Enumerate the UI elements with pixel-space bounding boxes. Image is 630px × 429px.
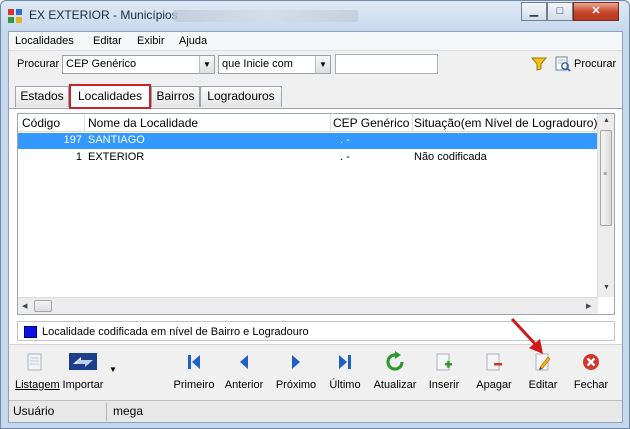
listagem-button[interactable]: Listagem xyxy=(15,351,60,397)
column-divider[interactable] xyxy=(330,114,331,132)
column-header-codigo[interactable]: Código xyxy=(22,116,82,130)
tab-estados[interactable]: Estados xyxy=(15,86,69,107)
search-field-select[interactable]: CEP Genérico ▼ xyxy=(62,55,215,74)
maximize-button[interactable]: □ xyxy=(547,2,573,21)
column-header-nome[interactable]: Nome da Localidade xyxy=(88,116,328,130)
grip-icon: ≡ xyxy=(603,171,608,178)
find-icon xyxy=(555,56,571,72)
tab-logradouros[interactable]: Logradouros xyxy=(200,86,282,107)
menu-ajuda[interactable]: Ajuda xyxy=(179,35,207,47)
listing-icon xyxy=(27,353,42,371)
insert-icon xyxy=(436,353,452,371)
cell-nome: SANTIAGO xyxy=(88,134,145,146)
editar-label: Editar xyxy=(528,379,558,391)
scroll-left-icon[interactable]: ◀ xyxy=(22,302,27,310)
search-mode-select[interactable]: que Inicie com ▼ xyxy=(218,55,331,74)
red-arrow-annotation xyxy=(510,317,543,354)
column-header-cep[interactable]: CEP Genérico xyxy=(333,116,411,130)
scroll-down-icon[interactable]: ▼ xyxy=(603,284,610,291)
ultimo-label: Último xyxy=(329,379,361,391)
tab-localidades[interactable]: Localidades xyxy=(69,84,151,109)
cell-nome: EXTERIOR xyxy=(88,151,145,163)
search-input[interactable] xyxy=(335,54,438,74)
procurar-button-label: Procurar xyxy=(574,58,617,70)
vertical-scroll-thumb[interactable]: ≡ xyxy=(600,130,612,226)
status-bar: Usuário mega xyxy=(9,400,622,422)
menu-editar[interactable]: Editar xyxy=(93,35,122,47)
title-redacted-area xyxy=(173,10,358,22)
proximo-label: Próximo xyxy=(275,379,317,391)
scroll-up-icon[interactable]: ▲ xyxy=(603,117,610,124)
import-icon xyxy=(69,353,97,370)
legend-color-swatch xyxy=(24,326,37,338)
apagar-label: Apagar xyxy=(476,379,512,391)
atualizar-label: Atualizar xyxy=(373,379,417,391)
application-window: EX EXTERIOR - Municípios ▁ □ ✕ Localidad… xyxy=(0,0,630,429)
column-divider[interactable] xyxy=(412,114,413,132)
search-bar: Procurar CEP Genérico ▼ que Inicie com ▼ xyxy=(9,52,622,77)
anterior-button[interactable]: Anterior xyxy=(221,351,267,397)
ultimo-button[interactable]: Último xyxy=(325,351,365,397)
first-icon xyxy=(188,355,200,369)
search-mode-value: que Inicie com xyxy=(222,58,293,70)
menu-exibir[interactable]: Exibir xyxy=(137,35,165,47)
refresh-icon xyxy=(386,351,404,371)
listagem-label: Listagem xyxy=(15,379,60,391)
chevron-down-icon[interactable]: ▼ xyxy=(199,56,214,73)
fechar-label: Fechar xyxy=(573,379,609,391)
last-icon xyxy=(339,355,351,369)
previous-icon xyxy=(240,355,248,369)
column-header-situacao[interactable]: Situação(em Nível de Logradouro) xyxy=(414,116,598,130)
menu-bar: Localidades Editar Exibir Ajuda xyxy=(9,32,622,51)
grid-header: Código Nome da Localidade CEP Genérico S… xyxy=(18,114,598,132)
vertical-scrollbar[interactable]: ▲ ≡ ▼ xyxy=(597,114,614,297)
proximo-button[interactable]: Próximo xyxy=(272,351,320,397)
cell-cep: . - xyxy=(340,151,350,163)
primeiro-label: Primeiro xyxy=(173,379,215,391)
table-row[interactable]: 197 SANTIAGO . - xyxy=(18,133,598,149)
chevron-down-icon[interactable]: ▼ xyxy=(315,56,330,73)
procurar-label: Procurar xyxy=(17,58,60,70)
next-icon xyxy=(292,355,300,369)
close-window-button[interactable]: ✕ xyxy=(573,2,619,21)
legend-text: Localidade codificada em nível de Bairro… xyxy=(42,326,309,338)
menu-localidades[interactable]: Localidades xyxy=(15,35,74,47)
localidades-grid: Código Nome da Localidade CEP Genérico S… xyxy=(17,113,615,315)
localidades-panel: Código Nome da Localidade CEP Genérico S… xyxy=(9,108,622,344)
anterior-label: Anterior xyxy=(224,379,264,391)
app-icon xyxy=(8,9,22,23)
status-divider xyxy=(106,403,107,421)
cell-cep: . - xyxy=(340,134,350,146)
inserir-label: Inserir xyxy=(428,379,460,391)
status-user-label: Usuário xyxy=(13,404,55,418)
status-user-value: mega xyxy=(113,404,144,418)
chevron-down-icon[interactable]: ▼ xyxy=(109,365,117,374)
client-area: Localidades Editar Exibir Ajuda Procurar… xyxy=(8,31,623,423)
importar-label: Importar xyxy=(62,379,104,391)
cell-codigo: 197 xyxy=(63,134,82,146)
column-divider[interactable] xyxy=(84,114,85,132)
primeiro-button[interactable]: Primeiro xyxy=(173,351,215,397)
scroll-right-icon[interactable]: ▶ xyxy=(586,302,591,310)
importar-button[interactable]: Importar xyxy=(61,351,105,397)
inserir-button[interactable]: Inserir xyxy=(423,351,465,397)
horizontal-scroll-thumb[interactable] xyxy=(34,300,52,312)
cell-codigo: 1 xyxy=(75,151,82,163)
atualizar-button[interactable]: Atualizar xyxy=(371,351,419,397)
title-bar[interactable]: EX EXTERIOR - Municípios ▁ □ ✕ xyxy=(1,1,629,31)
cell-situacao: Não codificada xyxy=(414,151,487,163)
table-row[interactable]: 1 EXTERIOR . - Não codificada xyxy=(18,150,598,166)
horizontal-scrollbar[interactable]: ◀ ▶ xyxy=(18,297,598,314)
tab-bairros[interactable]: Bairros xyxy=(151,86,200,107)
window-title: EX EXTERIOR - Municípios xyxy=(29,8,178,22)
search-field-value: CEP Genérico xyxy=(66,58,137,70)
minimize-button[interactable]: ▁ xyxy=(521,2,547,21)
close-icon xyxy=(583,354,599,370)
filter-icon[interactable] xyxy=(531,57,547,71)
tab-strip: Estados Localidades Bairros Logradouros xyxy=(9,84,622,109)
fechar-button[interactable]: Fechar xyxy=(571,351,611,397)
delete-icon xyxy=(486,353,502,371)
